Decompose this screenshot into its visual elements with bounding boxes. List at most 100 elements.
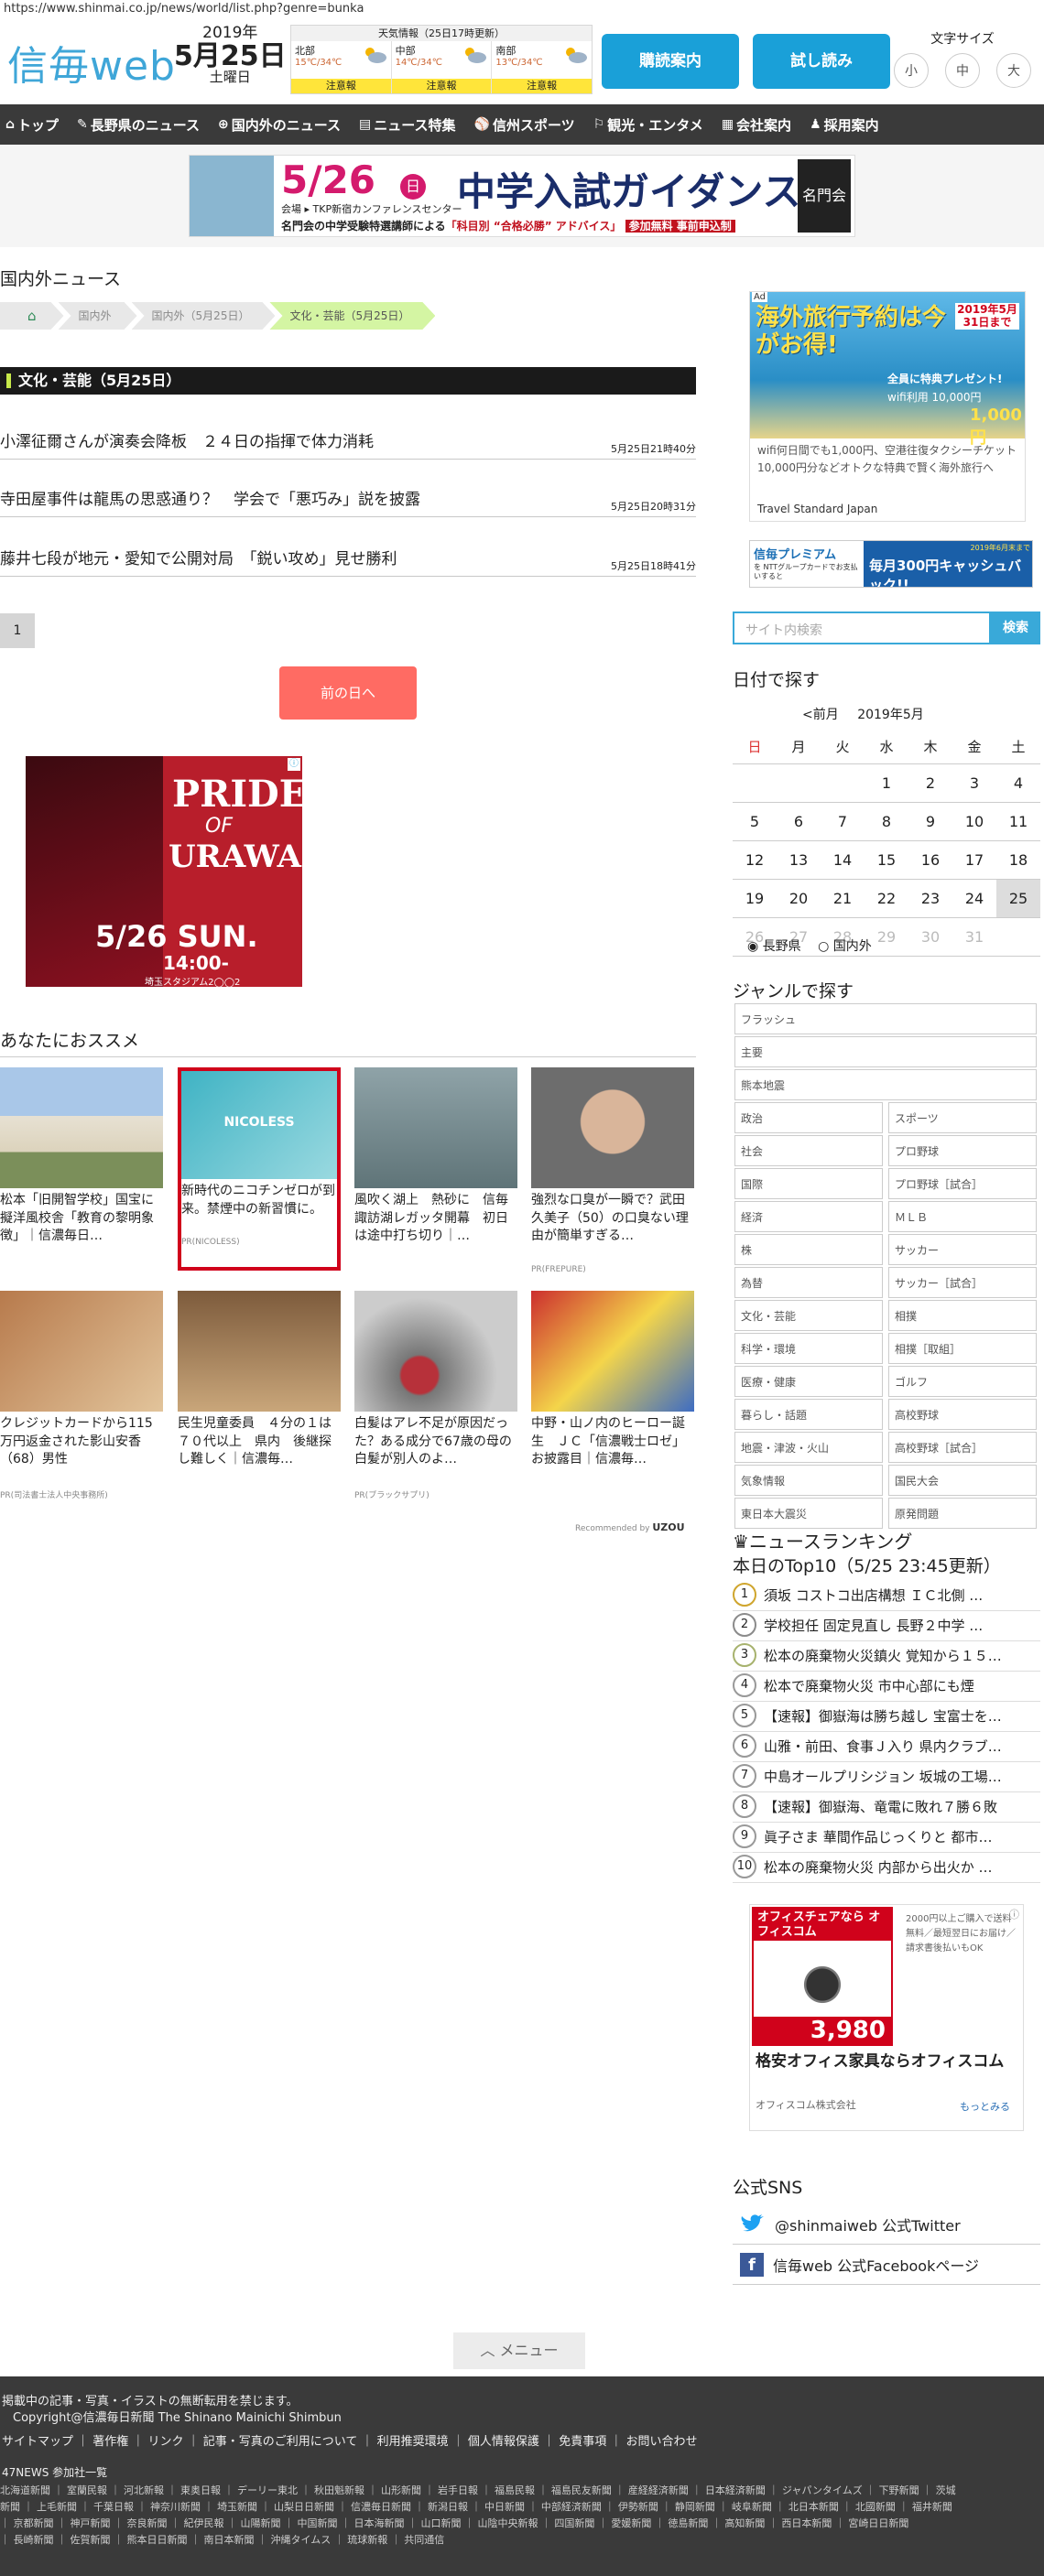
- genre-item[interactable]: 政治: [734, 1102, 883, 1133]
- site-logo[interactable]: 信毎web: [7, 33, 176, 92]
- calendar-day[interactable]: 1: [865, 763, 908, 803]
- office-ad[interactable]: ⓘ オフィスチェアなら オフィスコム 3,980 2000円以上ご購入で送料無料…: [749, 1904, 1024, 2131]
- calendar-day[interactable]: 24: [952, 879, 996, 918]
- ranking-item[interactable]: 6 山雅・前田、食事Ｊ入り 県内クラブ…: [733, 1731, 1040, 1762]
- ranking-item[interactable]: 8 【速報】御嶽海、竜電に敗れ７勝６敗: [733, 1791, 1040, 1823]
- calendar-day[interactable]: 2: [908, 763, 952, 803]
- article-row[interactable]: 藤井七段が地元・愛知で公開対局 「鋭い攻め」見せ勝利 5月25日18時41分: [0, 546, 696, 577]
- calendar-day[interactable]: 4: [996, 763, 1040, 803]
- ranking-title[interactable]: 松本の廃棄物火災鎮火 覚知から１５…: [764, 1646, 1002, 1665]
- nav-nagano-news[interactable]: ✎ 長野県のニュース: [77, 115, 200, 135]
- genre-item[interactable]: 為替: [734, 1267, 883, 1298]
- genre-item[interactable]: ＭＬＢ: [888, 1201, 1037, 1232]
- recommended-by[interactable]: Recommended by UZOU: [575, 1521, 685, 1533]
- genre-item[interactable]: 高校野球［試合］: [888, 1432, 1037, 1463]
- card-title[interactable]: 民生児童委員 ４分の１は７０代以上 県内 後継探し難しく｜信濃毎…: [178, 1415, 341, 1488]
- card-title[interactable]: 松本「旧開智学校」国宝に 擬洋風校舎「教育の黎明象徴」｜信濃毎日…: [0, 1192, 163, 1265]
- card-title[interactable]: 強烈な口臭が一瞬で？武田久美子（50）の口臭ない理由が簡単すぎる…: [531, 1192, 694, 1265]
- genre-item[interactable]: ゴルフ: [888, 1366, 1037, 1397]
- genre-item[interactable]: 国際: [734, 1168, 883, 1199]
- card-title[interactable]: 新時代のニコチンゼロが到来。禁煙中の新習慣に。: [181, 1183, 337, 1238]
- previous-day-button[interactable]: 前の日へ: [279, 666, 417, 720]
- calendar-day[interactable]: 5: [733, 802, 777, 841]
- nav-entertainment[interactable]: ⚐ 観光・エンタメ: [593, 115, 703, 135]
- twitter-link[interactable]: @shinmaiweb 公式Twitter: [733, 2204, 1040, 2245]
- nav-features[interactable]: ▤ ニュース特集: [359, 115, 456, 135]
- search-button[interactable]: 検索: [991, 612, 1040, 644]
- genre-item[interactable]: サッカー: [888, 1234, 1037, 1265]
- calendar-day[interactable]: 9: [908, 802, 952, 841]
- recommend-card[interactable]: 白髪はアレ不足が原因だった？ある成分で67歳の母の白髪が別人のよ… PR(ブラッ…: [354, 1291, 517, 1500]
- calendar-day[interactable]: 3: [952, 763, 996, 803]
- ranking-title[interactable]: 学校担任 固定見直し 長野２中学 …: [764, 1616, 983, 1635]
- genre-item[interactable]: プロ野球: [888, 1135, 1037, 1166]
- premium-banner[interactable]: 信毎プレミアム を NTTグループカードでお支払いすると 毎月300円キャッシュ…: [749, 540, 1033, 588]
- genre-item[interactable]: サッカー［試合］: [888, 1267, 1037, 1298]
- prev-month-link[interactable]: <前月: [802, 708, 839, 722]
- genre-item[interactable]: フラッシュ: [734, 1003, 1037, 1034]
- genre-item[interactable]: 社会: [734, 1135, 883, 1166]
- genre-item[interactable]: 文化・芸能: [734, 1300, 883, 1331]
- ranking-item[interactable]: 9 眞子さま 華間作品じっくりと 都市…: [733, 1822, 1040, 1853]
- footer-47news[interactable]: 47NEWS 参加社一覧: [2, 2464, 107, 2480]
- article-title[interactable]: 藤井七段が地元・愛知で公開対局 「鋭い攻め」見せ勝利: [0, 550, 397, 568]
- ranking-item[interactable]: 4 松本で廃棄物火災 市中心部にも煙: [733, 1671, 1040, 1702]
- calendar-day[interactable]: 21: [821, 879, 865, 918]
- ranking-title[interactable]: 須坂 コストコ出店構想 ＩＣ北側 …: [764, 1586, 983, 1605]
- recommend-card[interactable]: NICOLESS 新時代のニコチンゼロが到来。禁煙中の新習慣に。 PR(NICO…: [178, 1067, 341, 1271]
- genre-item[interactable]: 相撲: [888, 1300, 1037, 1331]
- ranking-title[interactable]: 【速報】御嶽海、竜電に敗れ７勝６敗: [764, 1797, 997, 1816]
- footer-links[interactable]: サイトマップ ｜ 著作権 ｜ リンク ｜ 記事・写真のご利用について ｜ 利用推…: [2, 2431, 697, 2449]
- genre-item[interactable]: 高校野球: [888, 1399, 1037, 1430]
- calendar-day[interactable]: 7: [821, 802, 865, 841]
- calendar-day[interactable]: 14: [821, 840, 865, 880]
- ranking-title[interactable]: 【速報】御嶽海は勝ち越し 宝富士を…: [764, 1706, 1002, 1726]
- ranking-title[interactable]: 眞子さま 華間作品じっくりと 都市…: [764, 1827, 993, 1846]
- breadcrumb-current[interactable]: 文化・芸能（5月25日）: [269, 302, 435, 330]
- calendar-day[interactable]: 15: [865, 840, 908, 880]
- nav-top[interactable]: ⌂ トップ: [5, 115, 59, 135]
- calendar-day[interactable]: 18: [996, 840, 1040, 880]
- travel-ad[interactable]: Ad 海外旅行予約は今がお得! 2019年5月31日まで 全員に特典プレゼント!…: [749, 291, 1026, 522]
- article-title[interactable]: 寺田屋事件は龍馬の思惑通り？ 学会で「悪巧み」説を披露: [0, 491, 420, 509]
- genre-item[interactable]: 株: [734, 1234, 883, 1265]
- card-title[interactable]: 中野・山ノ内のヒーロー誕生 ＪＣ「信濃戦士ロゼ」お披露目｜信濃毎…: [531, 1415, 694, 1488]
- ranking-title[interactable]: 松本の廃棄物火災 内部から出火か …: [764, 1857, 993, 1877]
- nav-recruit[interactable]: ♟ 採用案内: [810, 115, 879, 135]
- footer-papers[interactable]: 新聞 ｜ 上毛新聞 ｜ 千葉日報 ｜ 神奈川新聞 ｜ 埼玉新聞 ｜ 山梨日日新聞…: [0, 2499, 952, 2514]
- genre-item[interactable]: スポーツ: [888, 1102, 1037, 1133]
- nav-world-news[interactable]: ⊕ 国内外のニュース: [218, 115, 341, 135]
- genre-item[interactable]: 相撲［取組］: [888, 1333, 1037, 1364]
- recommend-card[interactable]: クレジットカードから115万円返金された影山安香（68）男性 PR(司法書士法人…: [0, 1291, 163, 1500]
- genre-item[interactable]: 医療・健康: [734, 1366, 883, 1397]
- calendar-day[interactable]: 11: [996, 802, 1040, 841]
- genre-item[interactable]: 原発問題: [888, 1498, 1037, 1529]
- genre-item[interactable]: 暮らし・話題: [734, 1399, 883, 1430]
- calendar-day[interactable]: 13: [777, 840, 821, 880]
- genre-item[interactable]: 経済: [734, 1201, 883, 1232]
- ranking-item[interactable]: 5 【速報】御嶽海は勝ち越し 宝富士を…: [733, 1701, 1040, 1732]
- article-row[interactable]: 寺田屋事件は龍馬の思惑通り？ 学会で「悪巧み」説を披露 5月25日20時31分: [0, 486, 696, 517]
- ranking-item[interactable]: 3 松本の廃棄物火災鎮火 覚知から１５…: [733, 1640, 1040, 1672]
- radio-local[interactable]: ◉ 長野県: [747, 939, 801, 954]
- calendar-day[interactable]: 17: [952, 840, 996, 880]
- genre-item[interactable]: 熊本地震: [734, 1069, 1037, 1100]
- search-input[interactable]: サイト内検索: [733, 612, 991, 644]
- font-size-large-button[interactable]: 大: [996, 53, 1031, 88]
- nav-sports[interactable]: ⚾ 信州スポーツ: [474, 115, 575, 135]
- calendar-day[interactable]: 23: [908, 879, 952, 918]
- genre-item[interactable]: プロ野球［試合］: [888, 1168, 1037, 1199]
- office-ad-more-link[interactable]: もっとみる: [960, 2099, 1010, 2114]
- ranking-item[interactable]: 7 中島オールプリシジョン 坂城の工場…: [733, 1761, 1040, 1792]
- calendar-day[interactable]: 25: [996, 879, 1040, 918]
- font-size-medium-button[interactable]: 中: [945, 53, 980, 88]
- ranking-item[interactable]: 10 松本の廃棄物火災 内部から出火か …: [733, 1852, 1040, 1883]
- genre-item[interactable]: 科学・環境: [734, 1333, 883, 1364]
- menu-button[interactable]: ︿ メニュー: [453, 2332, 585, 2369]
- calendar-day[interactable]: 20: [777, 879, 821, 918]
- recommend-card[interactable]: 強烈な口臭が一瞬で？武田久美子（50）の口臭ない理由が簡単すぎる… PR(FRE…: [531, 1067, 694, 1274]
- article-row[interactable]: 小澤征爾さんが演奏会降板 ２４日の指揮で体力消耗 5月25日21時40分: [0, 428, 696, 460]
- calendar-day[interactable]: 16: [908, 840, 952, 880]
- page-number[interactable]: 1: [0, 613, 35, 648]
- nav-company[interactable]: ▦ 会社案内: [722, 115, 791, 135]
